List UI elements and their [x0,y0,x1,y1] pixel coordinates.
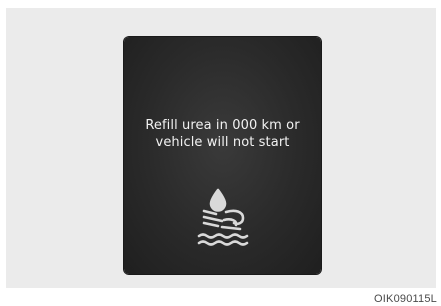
figure-code: OIK090115L [374,293,437,305]
urea-level-warning-icon [197,188,249,246]
warning-message-line-2: vehicle will not start [155,135,290,150]
warning-message: Refill urea in 000 km or vehicle will no… [124,117,321,151]
cluster-display: Refill urea in 000 km or vehicle will no… [124,37,321,274]
figure-frame: Refill urea in 000 km or vehicle will no… [0,0,441,306]
warning-message-line-1: Refill urea in 000 km or [145,118,300,133]
